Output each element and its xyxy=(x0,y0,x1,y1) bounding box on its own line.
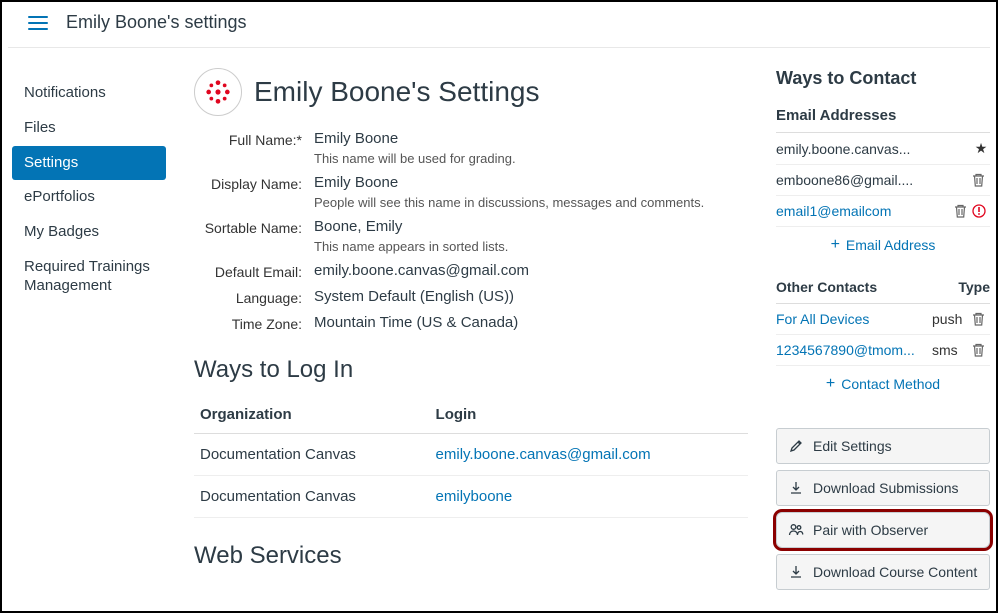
display-name-label: Display Name: xyxy=(194,174,314,210)
email-address[interactable]: emily.boone.canvas... xyxy=(776,141,972,157)
email-address[interactable]: email1@emailcom xyxy=(776,203,954,219)
ways-to-contact-heading: Ways to Contact xyxy=(776,68,990,89)
trash-icon[interactable] xyxy=(954,204,972,218)
login-col-login: Login xyxy=(430,396,748,434)
language-value: System Default (English (US)) xyxy=(314,288,748,305)
login-link[interactable]: emilyboone xyxy=(436,488,513,505)
add-contact-link[interactable]: + Contact Method xyxy=(776,366,990,406)
main-content: Emily Boone's Settings Full Name:* Emily… xyxy=(172,68,770,607)
canvas-logo-icon xyxy=(204,78,232,106)
menu-icon[interactable] xyxy=(28,16,48,30)
other-contact-addr[interactable]: 1234567890@tmom... xyxy=(776,342,932,358)
topbar: Emily Boone's settings xyxy=(8,2,990,48)
pair-with-observer-label: Pair with Observer xyxy=(813,522,928,538)
plus-icon: + xyxy=(826,376,835,392)
sortable-name-label: Sortable Name: xyxy=(194,218,314,254)
sortable-name-value: Boone, Emily xyxy=(314,218,748,235)
default-email-label: Default Email: xyxy=(194,262,314,280)
full-name-value: Emily Boone xyxy=(314,130,748,147)
pencil-icon xyxy=(787,439,805,453)
other-contact-row: 1234567890@tmom... sms xyxy=(776,335,990,366)
full-name-label: Full Name:* xyxy=(194,130,314,166)
download-course-content-button[interactable]: Download Course Content xyxy=(776,554,990,590)
settings-header: Emily Boone's Settings xyxy=(194,68,748,116)
right-sidebar: Ways to Contact Email Addresses emily.bo… xyxy=(770,68,990,607)
avatar[interactable] xyxy=(194,68,242,116)
add-email-label: Email Address xyxy=(846,237,935,253)
download-icon xyxy=(787,481,805,495)
download-submissions-label: Download Submissions xyxy=(813,480,959,496)
sidebar-item-settings[interactable]: Settings xyxy=(12,146,166,181)
trash-icon[interactable] xyxy=(972,173,990,187)
plus-icon: + xyxy=(831,237,840,253)
ways-to-login-heading: Ways to Log In xyxy=(194,356,748,384)
other-contact-type: sms xyxy=(932,342,972,358)
default-email-value: emily.boone.canvas@gmail.com xyxy=(314,262,748,279)
login-col-org: Organization xyxy=(194,396,430,434)
timezone-label: Time Zone: xyxy=(194,314,314,332)
star-icon[interactable]: ★ xyxy=(972,140,990,157)
display-name-value: Emily Boone xyxy=(314,174,748,191)
download-icon xyxy=(787,565,805,579)
sidebar: Notifications Files Settings ePortfolios… xyxy=(12,68,172,607)
other-contact-addr[interactable]: For All Devices xyxy=(776,311,932,327)
action-buttons: Edit Settings Download Submissions Pair … xyxy=(776,428,990,590)
download-submissions-button[interactable]: Download Submissions xyxy=(776,470,990,506)
trash-icon[interactable] xyxy=(972,312,990,326)
login-table: Organization Login Documentation Canvas … xyxy=(194,396,748,518)
timezone-value: Mountain Time (US & Canada) xyxy=(314,314,748,331)
settings-heading: Emily Boone's Settings xyxy=(254,76,539,108)
edit-settings-label: Edit Settings xyxy=(813,438,892,454)
display-name-hint: People will see this name in discussions… xyxy=(314,195,748,210)
sortable-name-hint: This name appears in sorted lists. xyxy=(314,239,748,254)
login-row: Documentation Canvas emilyboone xyxy=(194,476,748,518)
sidebar-item-files[interactable]: Files xyxy=(12,111,166,146)
trash-icon[interactable] xyxy=(972,343,990,357)
edit-settings-button[interactable]: Edit Settings xyxy=(776,428,990,464)
download-course-content-label: Download Course Content xyxy=(813,564,977,580)
web-services-heading: Web Services xyxy=(194,542,748,570)
other-contact-row: For All Devices push xyxy=(776,304,990,335)
other-contact-type: push xyxy=(932,311,972,327)
language-label: Language: xyxy=(194,288,314,306)
sidebar-item-required-trainings[interactable]: Required Train­ings Management xyxy=(12,250,166,304)
warning-icon[interactable] xyxy=(972,204,990,218)
login-org: Documentation Canvas xyxy=(194,434,430,476)
other-contacts-heading: Other Contacts xyxy=(776,279,877,295)
page-title: Emily Boone's settings xyxy=(66,12,247,33)
other-contacts-header: Other Contacts Type xyxy=(776,271,990,304)
login-row: Documentation Canvas emily.boone.canvas@… xyxy=(194,434,748,476)
people-icon xyxy=(787,523,805,537)
email-row: emily.boone.canvas... ★ xyxy=(776,133,990,165)
email-row: email1@emailcom xyxy=(776,196,990,227)
sidebar-item-mybadges[interactable]: My Badges xyxy=(12,215,166,250)
full-name-hint: This name will be used for grading. xyxy=(314,151,748,166)
login-org: Documentation Canvas xyxy=(194,476,430,518)
email-row: emboone86@gmail.... xyxy=(776,165,990,196)
add-contact-label: Contact Method xyxy=(841,376,940,392)
email-addresses-heading: Email Addresses xyxy=(776,99,990,133)
add-email-link[interactable]: + Email Address xyxy=(776,227,990,267)
sidebar-item-notifications[interactable]: Notifications xyxy=(12,76,166,111)
email-address[interactable]: emboone86@gmail.... xyxy=(776,172,972,188)
pair-with-observer-button[interactable]: Pair with Observer xyxy=(776,512,990,548)
sidebar-item-eportfolios[interactable]: ePortfolios xyxy=(12,180,166,215)
login-link[interactable]: emily.boone.canvas@gmail.com xyxy=(436,446,651,463)
type-heading: Type xyxy=(958,279,990,295)
